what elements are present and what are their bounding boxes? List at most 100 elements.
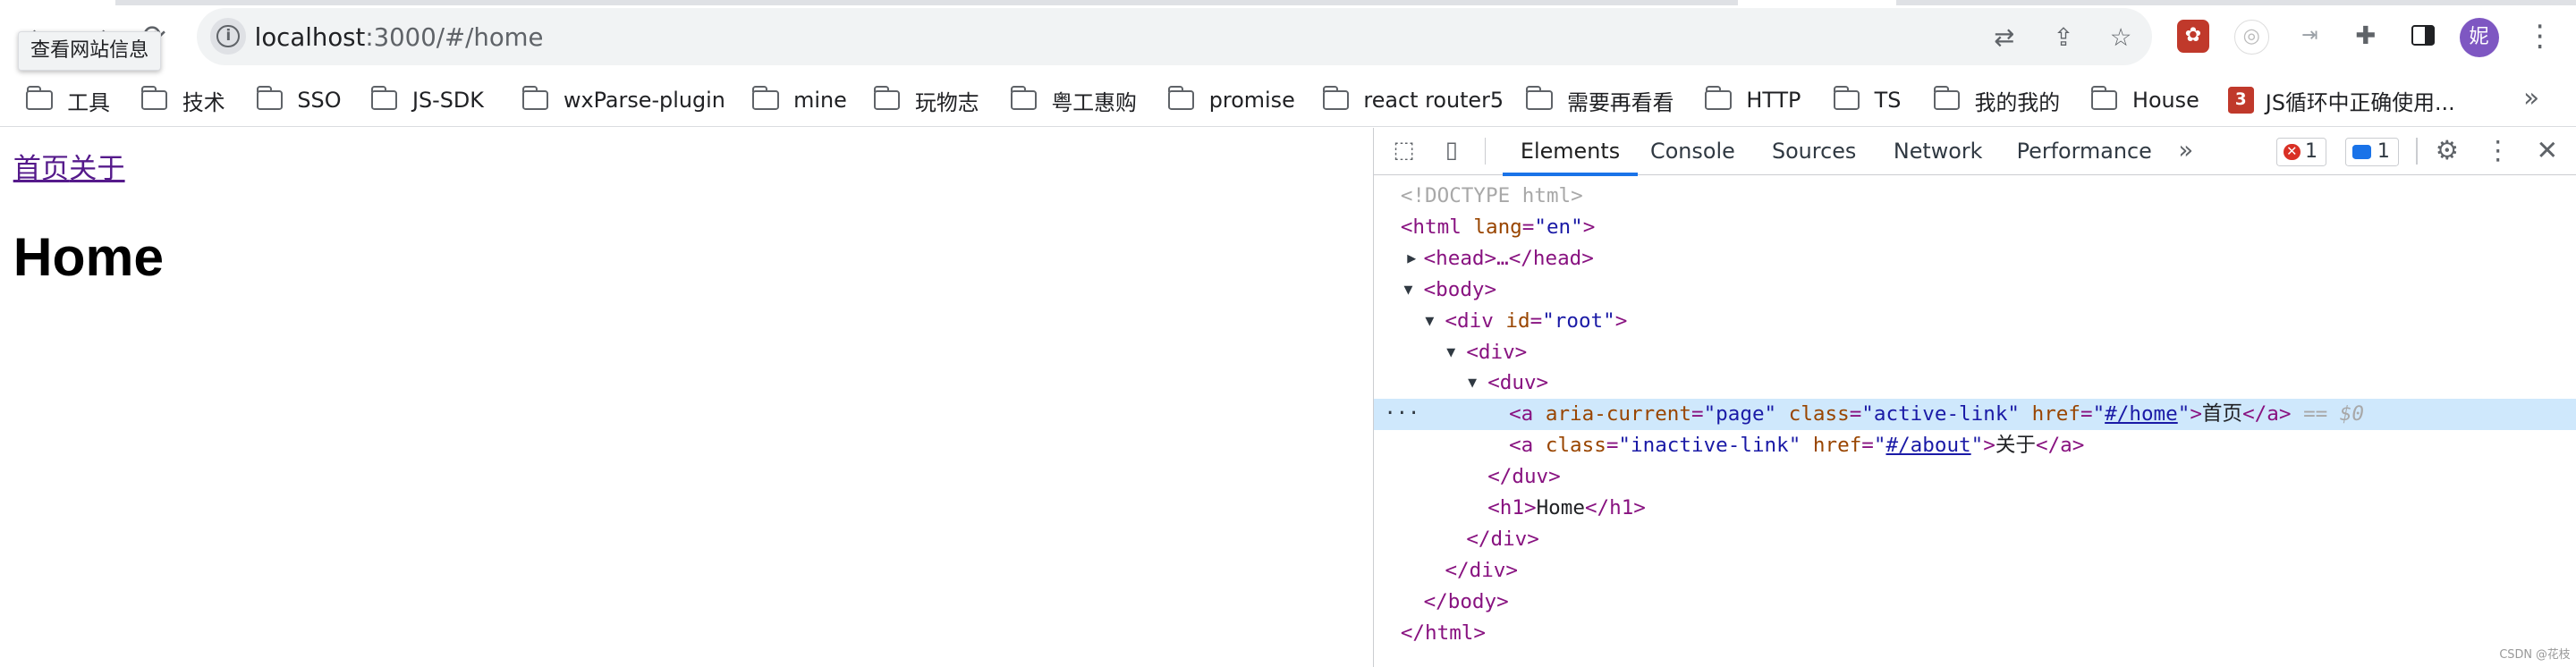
bookmark-item[interactable]: SSO bbox=[256, 82, 342, 118]
dom-node-div[interactable]: ▼ <div> bbox=[1374, 337, 2575, 368]
page-viewport: 首页关于 Home bbox=[0, 128, 1374, 667]
bookmark-label: 工具 bbox=[67, 89, 110, 115]
error-icon: ✕ bbox=[2284, 143, 2301, 161]
profile-avatar[interactable]: 妮 bbox=[2459, 18, 2499, 58]
folder-icon bbox=[1167, 85, 1195, 111]
dom-node-html[interactable]: <html lang="en"> bbox=[1374, 212, 2575, 243]
folder-icon bbox=[26, 85, 53, 111]
bookmark-label: HTTP bbox=[1746, 88, 1801, 114]
dom-node-div-root-close[interactable]: </div> bbox=[1374, 555, 2575, 587]
page-heading: Home bbox=[13, 225, 165, 287]
bookmark-item[interactable]: 技术 bbox=[140, 82, 225, 118]
device-toolbar-icon[interactable]: ▯ bbox=[1436, 136, 1466, 165]
collapse-arrow-icon[interactable]: ▼ bbox=[1404, 274, 1413, 306]
folder-icon bbox=[2091, 85, 2118, 111]
dom-node-html-close[interactable]: </html> bbox=[1374, 618, 2575, 649]
bookmark-item[interactable]: 玩物志 bbox=[874, 82, 979, 118]
close-devtools-icon[interactable]: ✕ bbox=[2532, 136, 2562, 165]
site-info-icon[interactable]: i bbox=[210, 18, 247, 55]
inspect-element-icon[interactable]: ⬚ bbox=[1389, 136, 1419, 165]
bookmark-label: 需要再看看 bbox=[1567, 89, 1674, 115]
dom-node-head[interactable]: ▶ <head>…</head> bbox=[1374, 243, 2575, 274]
bookmark-label: 技术 bbox=[182, 89, 225, 115]
more-tabs-icon[interactable]: » bbox=[2171, 136, 2200, 165]
bookmark-item[interactable]: TS bbox=[1833, 82, 1901, 118]
dom-node-doctype[interactable]: <!DOCTYPE html> bbox=[1374, 181, 2575, 212]
home-link[interactable]: 首页 bbox=[13, 153, 69, 184]
bookmark-label: mine bbox=[793, 88, 847, 114]
bookmark-item[interactable]: wxParse-plugin bbox=[522, 82, 725, 118]
bookmark-item[interactable]: HTTP bbox=[1705, 82, 1801, 118]
href-link[interactable]: #/home bbox=[2105, 402, 2178, 426]
folder-icon bbox=[522, 85, 549, 111]
url-text[interactable]: localhost:3000/#/home bbox=[255, 23, 544, 52]
folder-icon bbox=[1933, 85, 1961, 111]
bookmark-label: JS循环中正确使用... bbox=[2265, 89, 2455, 115]
bookmark-item[interactable]: JS-SDK bbox=[371, 82, 484, 118]
bookmark-label: react router5 bbox=[1363, 88, 1504, 114]
bookmark-label: House bbox=[2132, 88, 2199, 114]
dom-node-a-active-selected[interactable]: ··· <a aria-current="page" class="active-… bbox=[1374, 399, 2576, 431]
collapse-arrow-icon[interactable]: ▼ bbox=[1425, 306, 1434, 337]
dom-node-a-inactive[interactable]: <a class="inactive-link" href="#/about">… bbox=[1374, 430, 2575, 461]
extension-red-icon[interactable]: ✿ bbox=[2176, 20, 2210, 53]
devtools-menu-icon[interactable]: ⋮ bbox=[2483, 136, 2512, 165]
bookmark-item[interactable]: 3 JS循环中正确使用... bbox=[2227, 82, 2455, 118]
bookmark-item[interactable]: promise bbox=[1167, 82, 1295, 118]
bookmark-label: 玩物志 bbox=[915, 89, 979, 115]
share-icon[interactable]: ⇪ bbox=[2047, 21, 2080, 55]
browser-menu-icon[interactable]: ⋮ bbox=[2525, 19, 2555, 53]
tab-performance[interactable]: Performance bbox=[2017, 128, 2152, 173]
bookmark-label: SSO bbox=[297, 88, 342, 114]
folder-icon bbox=[1010, 85, 1037, 111]
tab-console[interactable]: Console bbox=[1650, 128, 1735, 173]
bookmark-item[interactable]: 工具 bbox=[26, 82, 110, 118]
bookmarks-overflow-icon[interactable]: » bbox=[2523, 82, 2539, 113]
devtools-tabbar: ⬚ ▯ Elements Console Sources Network Per… bbox=[1374, 128, 2576, 176]
collapse-arrow-icon[interactable]: ▼ bbox=[1468, 367, 1477, 399]
collapse-arrow-icon[interactable]: ▼ bbox=[1446, 337, 1455, 368]
js-favicon-icon: 3 bbox=[2227, 87, 2254, 114]
message-count: 1 bbox=[2377, 140, 2390, 164]
dom-node-duv[interactable]: ▼ <duv> bbox=[1374, 367, 2575, 399]
side-panel-icon[interactable] bbox=[2406, 20, 2440, 53]
bookmark-label: 我的我的 bbox=[1974, 89, 2061, 115]
folder-icon bbox=[874, 85, 901, 111]
dom-node-body-close[interactable]: </body> bbox=[1374, 587, 2575, 618]
tab-sources[interactable]: Sources bbox=[1772, 128, 1856, 173]
bookmark-label: 粤工惠购 bbox=[1051, 89, 1137, 115]
more-options-icon[interactable]: ··· bbox=[1384, 399, 1419, 430]
bookmark-star-icon[interactable]: ☆ bbox=[2105, 21, 2138, 55]
about-link[interactable]: 关于 bbox=[69, 153, 124, 184]
error-count-badge[interactable]: ✕ 1 bbox=[2275, 138, 2327, 166]
bookmark-item[interactable]: react router5 bbox=[1322, 82, 1504, 118]
dom-node-body[interactable]: ▼ <body> bbox=[1374, 274, 2575, 306]
translate-icon[interactable]: ⇄ bbox=[1987, 21, 2021, 55]
message-count-badge[interactable]: 1 bbox=[2344, 138, 2400, 166]
extensions-puzzle-icon[interactable]: ✚ bbox=[2349, 20, 2383, 53]
bookmark-item[interactable]: 粤工惠购 bbox=[1010, 82, 1137, 118]
folder-icon bbox=[752, 85, 779, 111]
message-icon bbox=[2352, 144, 2371, 160]
dom-node-div-root[interactable]: ▼ <div id="root"> bbox=[1374, 306, 2575, 337]
watermark: CSDN @花枝 bbox=[2499, 648, 2571, 663]
extension-circle-icon[interactable]: ◎ bbox=[2233, 20, 2269, 55]
extension-export-icon[interactable]: ⇥ bbox=[2293, 20, 2326, 53]
bookmark-item[interactable]: mine bbox=[752, 82, 847, 118]
expand-arrow-icon[interactable]: ▶ bbox=[1407, 243, 1416, 274]
bookmark-item[interactable]: House bbox=[2091, 82, 2199, 118]
tab-network[interactable]: Network bbox=[1894, 128, 1983, 173]
bookmark-item[interactable]: 需要再看看 bbox=[1526, 82, 1674, 118]
folder-icon bbox=[371, 85, 398, 111]
dom-node-duv-close[interactable]: </duv> bbox=[1374, 461, 2575, 493]
bookmark-item[interactable]: 我的我的 bbox=[1933, 82, 2061, 118]
dom-node-h1[interactable]: <h1>Home</h1> bbox=[1374, 493, 2575, 524]
href-link[interactable]: #/about bbox=[1885, 434, 1970, 457]
dom-node-div-close[interactable]: </div> bbox=[1374, 524, 2575, 555]
tab-elements[interactable]: Elements bbox=[1502, 128, 1638, 176]
settings-gear-icon[interactable]: ⚙ bbox=[2432, 136, 2462, 165]
browser-toolbar: ← → ⟳ 查看网站信息 i localhost:3000/#/home ⇄ ⇪… bbox=[0, 0, 2576, 72]
address-bar[interactable]: i localhost:3000/#/home ⇄ ⇪ ☆ bbox=[197, 8, 2153, 66]
folder-icon bbox=[1833, 85, 1860, 111]
url-host: localhost bbox=[254, 22, 366, 52]
